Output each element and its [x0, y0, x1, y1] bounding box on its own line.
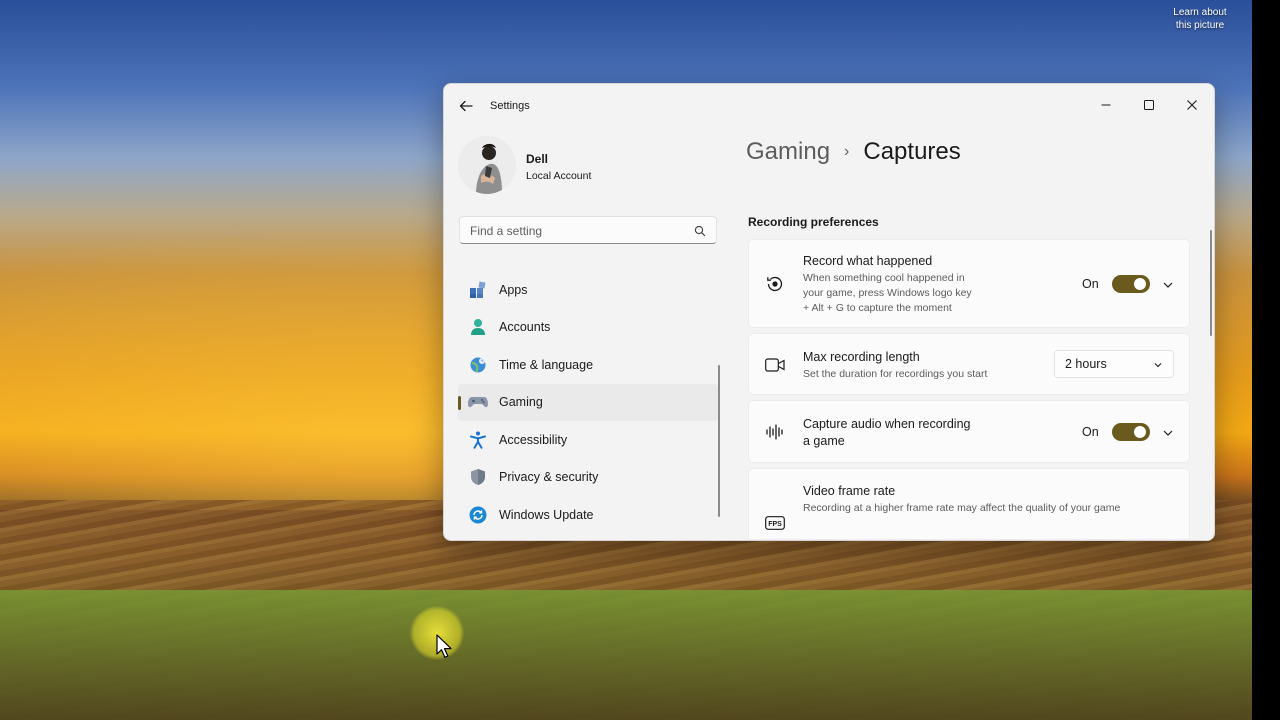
record-history-icon [765, 274, 785, 294]
breadcrumb-parent-link[interactable]: Gaming [746, 138, 830, 166]
record-what-happened-card[interactable]: Record what happened When something cool… [748, 239, 1190, 328]
max-recording-length-dropdown[interactable]: 2 hours [1054, 350, 1174, 378]
close-icon [1187, 100, 1197, 110]
chevron-down-icon [1154, 363, 1162, 368]
record-what-happened-desc-1: When something cool happened in [803, 272, 965, 284]
minimize-button[interactable] [1086, 90, 1126, 120]
page-title: Captures [863, 138, 961, 165]
video-frame-rate-title: Video frame rate [803, 484, 896, 498]
accounts-icon [468, 317, 488, 337]
maximize-icon [1144, 100, 1154, 110]
breadcrumb-separator-icon: › [844, 143, 850, 160]
sidebar-nav: Apps Accounts Time & language Gaming Acc… [458, 271, 718, 534]
video-camera-icon [765, 355, 785, 375]
fps-icon-text: FPS [768, 521, 782, 528]
avatar[interactable] [458, 136, 516, 194]
max-recording-length-title: Max recording length [803, 350, 920, 364]
wallpaper-grass [0, 590, 1252, 720]
search-input[interactable] [468, 221, 692, 241]
capture-audio-toggle[interactable] [1112, 423, 1150, 441]
window-title: Settings [490, 100, 530, 112]
sidebar-item-time-language[interactable]: Time & language [458, 346, 718, 384]
breadcrumb: Gaming › Captures [746, 138, 961, 166]
apps-icon [468, 280, 488, 300]
gamepad-icon [468, 392, 488, 412]
video-frame-rate-desc: Recording at a higher frame rate may aff… [803, 502, 1121, 514]
sidebar-item-gaming[interactable]: Gaming [458, 383, 718, 421]
sidebar-item-label: Accounts [499, 320, 551, 335]
sidebar-scrollbar[interactable] [718, 365, 720, 517]
learn-about-line1: Learn about [1173, 7, 1227, 18]
settings-window: Settings Dell Local Account Find a setti… [443, 83, 1215, 541]
sidebar-item-label: Apps [499, 282, 528, 297]
video-frame-rate-card: FPS Video frame rate Recording at a high… [748, 468, 1190, 540]
sidebar-item-accessibility[interactable]: Accessibility [458, 421, 718, 459]
fps-icon: FPS [765, 513, 785, 533]
max-recording-length-desc: Set the duration for recordings you star… [803, 368, 988, 380]
sidebar-item-label: Privacy & security [499, 470, 599, 485]
profile-name: Dell [526, 152, 549, 166]
screen-edge [1252, 0, 1280, 720]
profile-account-type: Local Account [526, 170, 592, 182]
close-button[interactable] [1172, 90, 1212, 120]
record-what-happened-toggle[interactable] [1112, 275, 1150, 293]
accessibility-icon [468, 430, 488, 450]
capture-audio-title-2: a game [803, 434, 845, 448]
maximize-button[interactable] [1129, 90, 1169, 120]
title-bar: Settings [444, 84, 1214, 128]
minimize-icon [1101, 104, 1111, 106]
sidebar-item-windows-update[interactable]: Windows Update [458, 496, 718, 534]
globe-clock-icon [468, 355, 488, 375]
record-what-happened-title: Record what happened [803, 254, 933, 268]
toggle-knob [1134, 278, 1146, 290]
sidebar-item-label: Windows Update [499, 507, 594, 522]
toggle-knob [1134, 426, 1146, 438]
sidebar-item-label: Accessibility [499, 432, 568, 447]
update-icon [468, 505, 488, 525]
learn-about-picture-link[interactable]: Learn about this picture [1160, 6, 1240, 32]
chevron-down-icon[interactable] [1162, 278, 1174, 290]
capture-audio-state: On [1082, 425, 1099, 439]
sidebar-item-apps[interactable]: Apps [458, 271, 718, 309]
sidebar-item-label: Time & language [499, 357, 594, 372]
content-scrollbar[interactable] [1210, 230, 1212, 336]
sidebar-item-privacy-security[interactable]: Privacy & security [458, 459, 718, 497]
back-arrow-icon[interactable] [458, 98, 474, 114]
shield-icon [468, 467, 488, 487]
record-what-happened-desc-3: + Alt + G to capture the moment [803, 302, 952, 314]
record-what-happened-state: On [1082, 277, 1099, 291]
search-icon[interactable] [694, 224, 706, 242]
capture-audio-card[interactable]: Capture audio when recording a game On [748, 400, 1190, 463]
active-indicator [458, 395, 461, 410]
chevron-down-icon[interactable] [1162, 426, 1174, 438]
search-box[interactable] [459, 216, 717, 244]
capture-audio-title-1: Capture audio when recording [803, 417, 971, 431]
learn-about-line2: this picture [1175, 20, 1225, 31]
audio-waveform-icon [765, 422, 785, 442]
sidebar-item-accounts[interactable]: Accounts [458, 309, 718, 347]
section-title: Recording preferences [748, 215, 879, 229]
max-recording-length-card: Max recording length Set the duration fo… [748, 333, 1190, 395]
sidebar-item-label: Gaming [499, 395, 543, 410]
dropdown-selected-value: 2 hours [1065, 357, 1107, 371]
record-what-happened-desc-2: your game, press Windows logo key [803, 287, 972, 299]
